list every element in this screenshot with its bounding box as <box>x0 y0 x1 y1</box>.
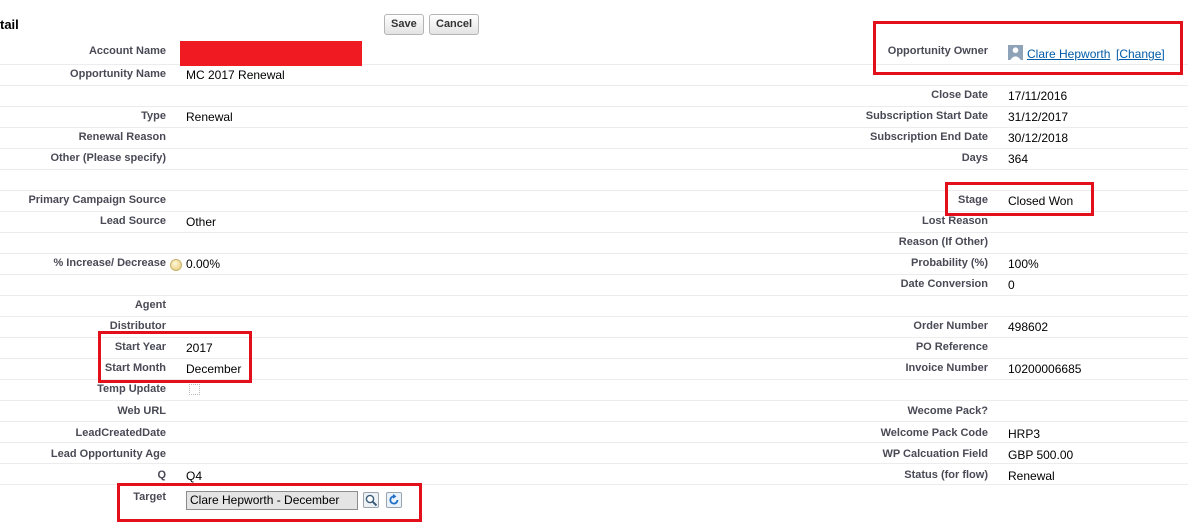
primary-campaign-source-label: Primary Campaign Source <box>28 194 166 206</box>
save-button[interactable]: Save <box>384 14 424 35</box>
subscription-end-date-label: Subscription End Date <box>870 131 988 143</box>
increase-decrease-value: 0.00% <box>186 257 221 271</box>
days-label: Days <box>961 152 988 164</box>
status-for-flow-label: Status (for flow) <box>904 469 988 481</box>
lead-opportunity-age-label: Lead Opportunity Age <box>50 448 166 460</box>
order-number-value: 498602 <box>1008 320 1049 334</box>
q-value: Q4 <box>186 469 203 483</box>
po-reference-label: PO Reference <box>915 341 988 353</box>
days-value: 364 <box>1008 152 1029 166</box>
date-conversion-label: Date Conversion <box>900 278 988 290</box>
target-highlight-box <box>117 483 422 522</box>
subscription-end-date-value: 30/12/2018 <box>1008 131 1069 145</box>
probability-value: 100% <box>1008 257 1039 271</box>
welcome-pack-code-value: HRP3 <box>1008 427 1041 441</box>
q-label: Q <box>157 469 166 481</box>
web-url-label: Web URL <box>117 405 166 417</box>
welcome-pack-code-label: Welcome Pack Code <box>880 427 988 439</box>
date-conversion-value: 0 <box>1008 278 1015 292</box>
increase-decrease-label: % Increase/ Decrease <box>53 257 166 269</box>
help-icon[interactable] <box>170 259 182 271</box>
close-date-label: Close Date <box>931 89 988 101</box>
temp-update-checkbox[interactable] <box>189 384 200 395</box>
lead-created-date-label: LeadCreatedDate <box>75 427 166 439</box>
type-label: Type <box>141 110 166 122</box>
status-for-flow-value: Renewal <box>1008 469 1055 483</box>
lead-source-label: Lead Source <box>99 215 166 227</box>
agent-label: Agent <box>134 299 166 311</box>
invoice-number-value: 10200006685 <box>1008 362 1082 376</box>
welcome-pack-label: Wecome Pack? <box>907 405 988 417</box>
other-specify-label: Other (Please specify) <box>50 152 166 164</box>
order-number-label: Order Number <box>913 320 988 332</box>
renewal-reason-label: Renewal Reason <box>78 131 166 143</box>
subscription-start-date-value: 31/12/2017 <box>1008 110 1069 124</box>
subscription-start-date-label: Subscription Start Date <box>865 110 988 122</box>
lead-source-value: Other <box>186 215 217 229</box>
stage-highlight-box <box>945 182 1094 216</box>
type-value: Renewal <box>186 110 233 124</box>
lost-reason-label: Lost Reason <box>921 215 988 227</box>
cancel-button[interactable]: Cancel <box>429 14 480 35</box>
section-title: tail <box>0 17 19 32</box>
temp-update-label: Temp Update <box>97 383 166 395</box>
probability-label: Probability (%) <box>910 257 988 269</box>
redacted-account-name <box>180 41 362 66</box>
start-date-highlight-box <box>98 331 252 383</box>
close-date-value: 17/11/2016 <box>1008 89 1068 103</box>
opportunity-name-label: Opportunity Name <box>70 68 166 80</box>
wp-calculation-field-value: GBP 500.00 <box>1008 448 1074 462</box>
account-name-label: Account Name <box>88 45 166 57</box>
reason-if-other-label: Reason (If Other) <box>898 236 988 248</box>
invoice-number-label: Invoice Number <box>905 362 988 374</box>
opportunity-name-value: MC 2017 Renewal <box>186 68 285 82</box>
wp-calculation-field-label: WP Calcuation Field <box>882 448 988 460</box>
owner-highlight-box <box>873 21 1183 75</box>
